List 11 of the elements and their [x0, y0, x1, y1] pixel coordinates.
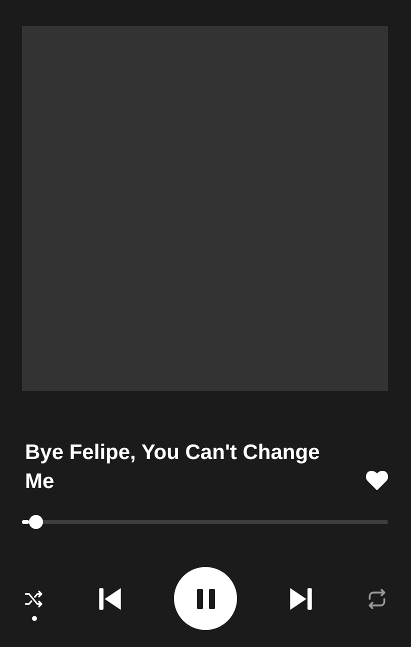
repeat-icon [366, 588, 388, 610]
track-title: Bye Felipe, You Can't Change Me [25, 440, 321, 495]
shuffle-icon [24, 588, 44, 608]
previous-button[interactable] [97, 586, 123, 612]
like-button[interactable] [366, 470, 388, 490]
skip-forward-icon [288, 586, 314, 612]
heart-icon [366, 470, 388, 490]
progress-slider[interactable] [22, 515, 388, 529]
skip-back-icon [97, 586, 123, 612]
progress-thumb[interactable] [29, 515, 44, 529]
next-button[interactable] [288, 586, 314, 612]
